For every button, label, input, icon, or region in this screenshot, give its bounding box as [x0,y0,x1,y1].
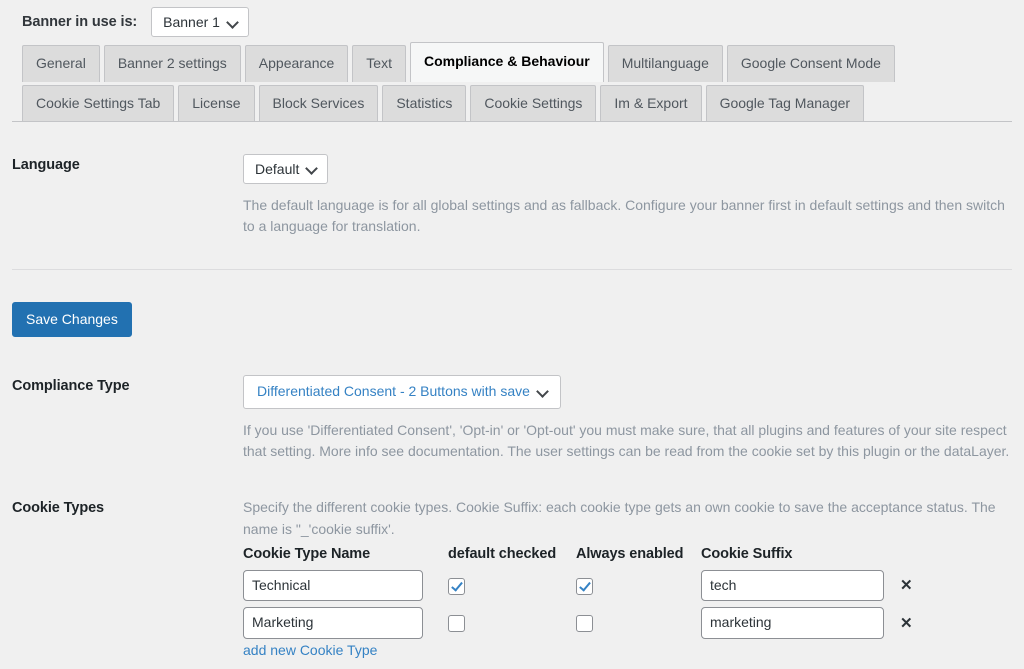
tab-compliance-and-behaviour[interactable]: Compliance & Behaviour [410,42,604,82]
language-select[interactable]: Default [243,154,328,184]
chevron-down-icon [307,163,318,174]
cookie-type-name-input[interactable] [243,607,423,638]
compliance-type-label: Compliance Type [12,375,243,394]
tab-general[interactable]: General [22,45,100,82]
cookie-types-table: Cookie Type Name default checked Always … [243,546,936,641]
compliance-type-field: Compliance Type Differentiated Consent -… [12,375,1012,463]
close-icon[interactable]: ✕ [896,576,917,595]
tab-banner-2-settings[interactable]: Banner 2 settings [104,45,241,82]
cookie-types-field: Cookie Types Specify the different cooki… [12,497,1012,658]
tab-google-consent-mode[interactable]: Google Consent Mode [727,45,895,82]
default-checked-checkbox[interactable] [448,578,465,595]
tab-block-services[interactable]: Block Services [259,85,379,122]
cell-default-checked [448,567,576,604]
cell-cookie-type-name [243,604,448,641]
column-header-delete [896,546,936,567]
cookie-suffix-input[interactable] [701,570,884,601]
tab-cookie-settings-tab[interactable]: Cookie Settings Tab [22,85,174,122]
banner-in-use-label: Banner in use is: [22,14,137,30]
chevron-down-icon [538,386,549,397]
add-new-cookie-type-link[interactable]: add new Cookie Type [243,642,377,658]
cell-always-enabled [576,604,701,641]
compliance-type-select[interactable]: Differentiated Consent - 2 Buttons with … [243,375,561,408]
tabs-bottom-border [12,121,1012,122]
column-header-default-checked: default checked [448,546,576,567]
column-header-always-enabled: Always enabled [576,546,701,567]
save-changes-button[interactable]: Save Changes [12,302,132,337]
tab-text[interactable]: Text [352,45,406,82]
tab-cookie-settings[interactable]: Cookie Settings [470,85,596,122]
cell-cookie-type-name [243,567,448,604]
always-enabled-checkbox[interactable] [576,615,593,632]
default-checked-checkbox[interactable] [448,615,465,632]
settings-tabs: General Banner 2 settings Appearance Tex… [0,38,1024,122]
tab-google-tag-manager[interactable]: Google Tag Manager [706,85,865,122]
cookie-suffix-input[interactable] [701,607,884,638]
tab-im-and-export[interactable]: Im & Export [600,85,701,122]
cell-delete: ✕ [896,604,936,641]
tab-multilanguage[interactable]: Multilanguage [608,45,723,82]
tab-license[interactable]: License [178,85,254,122]
banner-select-value: Banner 1 [163,13,220,31]
always-enabled-checkbox[interactable] [576,578,593,595]
cookie-types-description: Specify the different cookie types. Cook… [243,497,1012,540]
banner-in-use-bar: Banner in use is: Banner 1 [0,0,1024,38]
tab-row-secondary: Cookie Settings Tab License Block Servic… [22,85,1024,122]
column-header-cookie-suffix: Cookie Suffix [701,546,896,567]
cookie-types-label: Cookie Types [12,497,243,516]
close-icon[interactable]: ✕ [896,614,917,633]
language-select-value: Default [255,160,299,178]
cell-cookie-suffix [701,567,896,604]
tab-appearance[interactable]: Appearance [245,45,349,82]
tab-statistics[interactable]: Statistics [382,85,466,122]
table-header-row: Cookie Type Name default checked Always … [243,546,936,567]
settings-content: Language Default The default language is… [0,125,1024,658]
language-field: Language Default The default language is… [12,154,1012,239]
cell-default-checked [448,604,576,641]
language-label: Language [12,154,243,173]
column-header-cookie-type-name: Cookie Type Name [243,546,448,567]
cell-always-enabled [576,567,701,604]
compliance-type-description: If you use 'Differentiated Consent', 'Op… [243,420,1012,463]
banner-select[interactable]: Banner 1 [151,7,249,37]
cell-cookie-suffix [701,604,896,641]
cell-delete: ✕ [896,567,936,604]
language-description: The default language is for all global s… [243,195,1012,238]
table-row: ✕ [243,567,936,604]
tab-row-primary: General Banner 2 settings Appearance Tex… [22,42,1024,82]
compliance-type-select-value: Differentiated Consent - 2 Buttons with … [257,382,530,400]
cookie-type-name-input[interactable] [243,570,423,601]
table-row: ✕ [243,604,936,641]
chevron-down-icon [228,17,239,28]
